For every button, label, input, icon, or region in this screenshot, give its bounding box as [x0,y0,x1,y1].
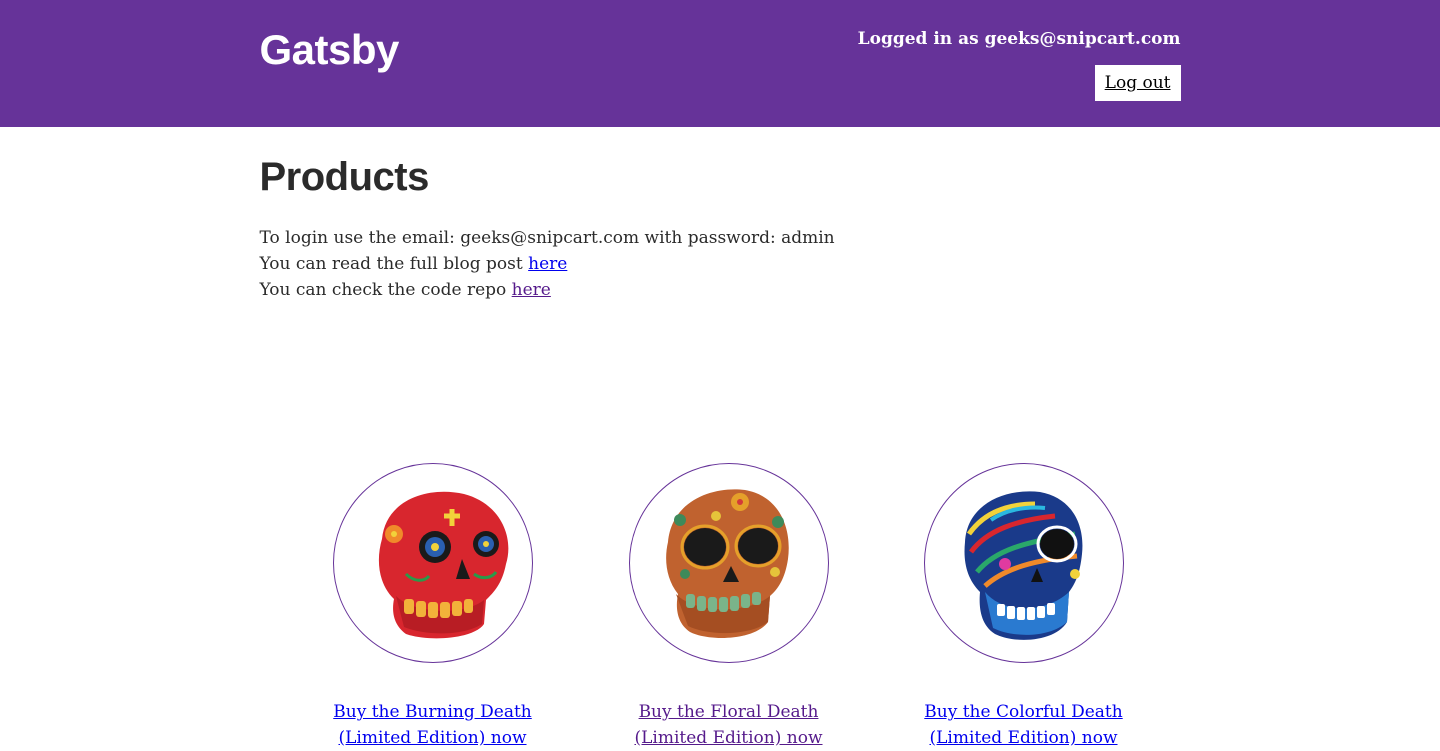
red-skull-image[interactable] [332,463,533,663]
product-list: Buy the Burning Death (Limited Edition) … [260,337,1181,748]
header-inner: Gatsby Logged in as geeks@snipcart.com L… [260,0,1181,127]
code-repo-link[interactable]: here [512,280,551,300]
blog-post-link[interactable]: here [528,254,567,274]
site-header: Gatsby Logged in as geeks@snipcart.com L… [0,0,1440,127]
buy-link-line2: (Limited Edition) now [929,728,1118,748]
intro-text: To login use the email: geeks@snipcart.c… [260,225,835,303]
code-repo-line: You can check the code repo here [260,277,835,303]
buy-link-line1: Buy the Floral Death [638,702,819,722]
logged-in-status: Logged in as geeks@snipcart.com [857,29,1181,49]
product-card-burning-death: Buy the Burning Death (Limited Edition) … [323,463,543,751]
logout-button[interactable]: Log out [1094,65,1181,101]
red-skull-icon [378,491,508,639]
buy-link-line2: (Limited Edition) now [634,728,823,748]
buy-colorful-death-link[interactable]: Buy the Colorful Death (Limited Edition)… [914,699,1134,751]
buy-link-line1: Buy the Colorful Death [924,702,1123,722]
product-card-floral-death: Buy the Floral Death (Limited Edition) n… [619,463,839,751]
page-title: Products [259,155,430,199]
buy-burning-death-link[interactable]: Buy the Burning Death (Limited Edition) … [323,699,543,751]
buy-link-line1: Buy the Burning Death [333,702,532,722]
blog-post-text: You can read the full blog post [259,254,529,274]
brand-logo-link[interactable]: Gatsby [260,26,400,74]
product-card-colorful-death: Buy the Colorful Death (Limited Edition)… [914,463,1134,751]
code-repo-text: You can check the code repo [259,280,512,300]
colorful-skull-icon [964,491,1082,640]
buy-link-line2: (Limited Edition) now [338,728,527,748]
blog-post-line: You can read the full blog post here [260,251,835,277]
floral-skull-icon [665,489,789,638]
buy-floral-death-link[interactable]: Buy the Floral Death (Limited Edition) n… [619,699,839,751]
login-instructions: To login use the email: geeks@snipcart.c… [259,228,835,248]
floral-skull-image[interactable] [628,463,829,663]
colorful-skull-image[interactable] [923,463,1124,663]
